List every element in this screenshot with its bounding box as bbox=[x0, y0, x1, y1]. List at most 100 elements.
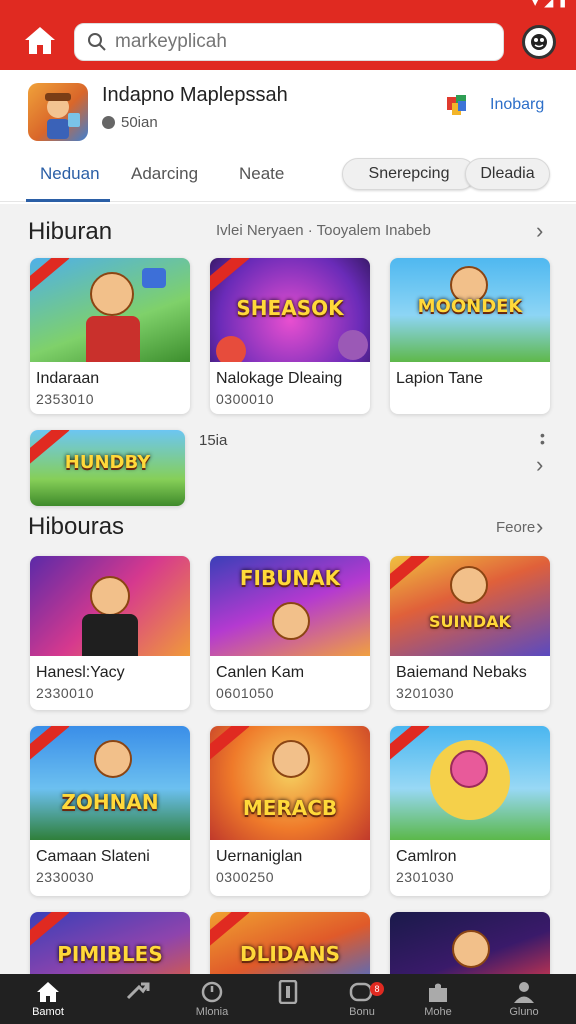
game-banner: MOONDEK bbox=[417, 296, 523, 317]
game-thumbnail: ZOHNAN bbox=[30, 726, 190, 840]
game-banner: ZOHNAN bbox=[61, 790, 159, 814]
ribbon-badge bbox=[210, 258, 250, 295]
nav-label: Bonu bbox=[349, 1006, 375, 1018]
nav-apps[interactable]: Mlonia bbox=[172, 980, 252, 1018]
toy-icon bbox=[142, 268, 166, 288]
game-card[interactable]: SUINDAK Baiemand Nebaks 3201030 bbox=[390, 556, 550, 710]
more-options-icon[interactable]: • • bbox=[540, 428, 545, 449]
app-meta-text: 50ian bbox=[121, 114, 158, 131]
game-banner: FIBUNAK bbox=[239, 566, 341, 590]
filter-chip-1[interactable]: Snerepcing bbox=[342, 158, 476, 190]
tab-neate[interactable]: Neate bbox=[239, 164, 284, 184]
game-name: Hanesl:Yacy bbox=[36, 664, 125, 681]
character-body bbox=[86, 316, 140, 362]
install-button[interactable]: Inobarg bbox=[444, 92, 544, 118]
character-figure bbox=[452, 930, 490, 968]
ribbon-badge bbox=[390, 726, 430, 763]
chevron-right-icon[interactable]: › bbox=[536, 218, 543, 244]
filter-chip-2[interactable]: Dleadia bbox=[465, 158, 550, 190]
character-body bbox=[82, 614, 138, 656]
character-figure bbox=[272, 740, 310, 778]
section-title: Hiburan bbox=[28, 218, 113, 245]
app-meta: 50ian bbox=[102, 114, 158, 131]
game-card[interactable]: ZOHNAN Camaan Slateni 2330030 bbox=[30, 726, 190, 896]
nav-library[interactable] bbox=[248, 980, 328, 1006]
ribbon-badge bbox=[30, 726, 70, 763]
tab-neduan[interactable]: Neduan bbox=[40, 164, 100, 184]
profile-button[interactable] bbox=[522, 25, 556, 59]
tab-bar: Neduan Adarcing Neate Snerepcing Dleadia bbox=[0, 158, 576, 202]
app-icon bbox=[28, 83, 88, 141]
orb-icon bbox=[216, 336, 246, 362]
nav-more[interactable]: Mohe bbox=[398, 980, 478, 1018]
chevron-right-icon[interactable]: › bbox=[536, 452, 543, 478]
ribbon-badge bbox=[210, 726, 250, 763]
character-figure bbox=[90, 576, 130, 616]
tab-indicator bbox=[26, 199, 110, 202]
game-count: 2301030 bbox=[396, 869, 455, 885]
nav-games[interactable] bbox=[98, 980, 178, 1006]
nav-label: Gluno bbox=[509, 1006, 539, 1018]
flag-icon bbox=[447, 95, 466, 115]
home-icon bbox=[37, 982, 59, 1002]
signal-icon: ◢ bbox=[544, 0, 554, 9]
install-label: Inobarg bbox=[490, 96, 545, 113]
book-icon bbox=[278, 980, 298, 1004]
status-bar: ▾ ◢ ▮ bbox=[532, 0, 566, 10]
character-figure bbox=[272, 602, 310, 640]
game-banner: MERACB bbox=[242, 796, 338, 820]
see-more-link[interactable]: Feore bbox=[496, 519, 535, 536]
game-name: Baiemand Nebaks bbox=[396, 664, 527, 681]
avatar-icon bbox=[531, 34, 547, 50]
tab-adarcing[interactable]: Adarcing bbox=[131, 164, 198, 184]
game-card[interactable]: SHEASOK Nalokage Dleaing 0300010 bbox=[210, 258, 370, 414]
game-name: Nalokage Dleaing bbox=[216, 370, 343, 387]
clock-icon bbox=[201, 981, 223, 1003]
game-name: Uernaniglan bbox=[216, 848, 303, 865]
game-card[interactable]: HUNDBY bbox=[30, 430, 185, 506]
game-name: Canlen Kam bbox=[216, 664, 305, 681]
nav-label: Bamot bbox=[32, 1006, 64, 1018]
game-card[interactable]: MOONDEK Lapion Tane bbox=[390, 258, 550, 414]
character-icon bbox=[45, 93, 80, 139]
nav-account[interactable]: Gluno bbox=[484, 980, 564, 1018]
arrow-icon bbox=[126, 982, 150, 1000]
item-label: 15ia bbox=[199, 432, 228, 449]
search-input[interactable] bbox=[115, 31, 485, 53]
game-thumbnail: SUINDAK bbox=[390, 556, 550, 656]
game-card[interactable]: MERACB Uernaniglan 0300250 bbox=[210, 726, 370, 896]
game-name: Indaraan bbox=[36, 370, 100, 387]
nav-home[interactable]: Bamot bbox=[8, 980, 88, 1018]
game-thumbnail: FIBUNAK bbox=[210, 556, 370, 656]
game-card[interactable]: Hanesl:Yacy 2330010 bbox=[30, 556, 190, 710]
game-thumbnail bbox=[30, 258, 190, 362]
nav-label: Mlonia bbox=[195, 1006, 229, 1018]
search-icon bbox=[88, 33, 106, 51]
game-count: 2330030 bbox=[36, 869, 95, 885]
game-name: Camaan Slateni bbox=[36, 848, 150, 865]
character-figure bbox=[450, 750, 488, 788]
ribbon-badge bbox=[390, 556, 430, 593]
game-thumbnail bbox=[390, 726, 550, 840]
game-thumbnail: MOONDEK bbox=[390, 258, 550, 362]
game-banner: SHEASOK bbox=[236, 296, 344, 320]
search-bar[interactable] bbox=[74, 23, 504, 61]
character-figure bbox=[90, 272, 134, 316]
orb-icon bbox=[338, 330, 368, 360]
game-count: 0601050 bbox=[216, 685, 275, 701]
nav-notifications[interactable]: 8 Bonu bbox=[322, 980, 402, 1018]
battery-icon: ▮ bbox=[559, 0, 566, 9]
home-button[interactable] bbox=[22, 24, 58, 56]
game-banner: HUNDBY bbox=[64, 452, 151, 473]
game-name: Lapion Tane bbox=[396, 370, 483, 387]
puzzle-icon bbox=[429, 983, 447, 1002]
game-card[interactable]: FIBUNAK Canlen Kam 0601050 bbox=[210, 556, 370, 710]
wifi-icon: ▾ bbox=[532, 0, 539, 9]
chevron-right-icon[interactable]: › bbox=[536, 514, 543, 540]
game-thumbnail: SHEASOK bbox=[210, 258, 370, 362]
game-card[interactable]: Indaraan 2353010 bbox=[30, 258, 190, 414]
game-count: 2330010 bbox=[36, 685, 95, 701]
game-count: 2353010 bbox=[36, 391, 95, 407]
game-card[interactable]: Camlron 2301030 bbox=[390, 726, 550, 896]
game-count: 0300010 bbox=[216, 391, 275, 407]
